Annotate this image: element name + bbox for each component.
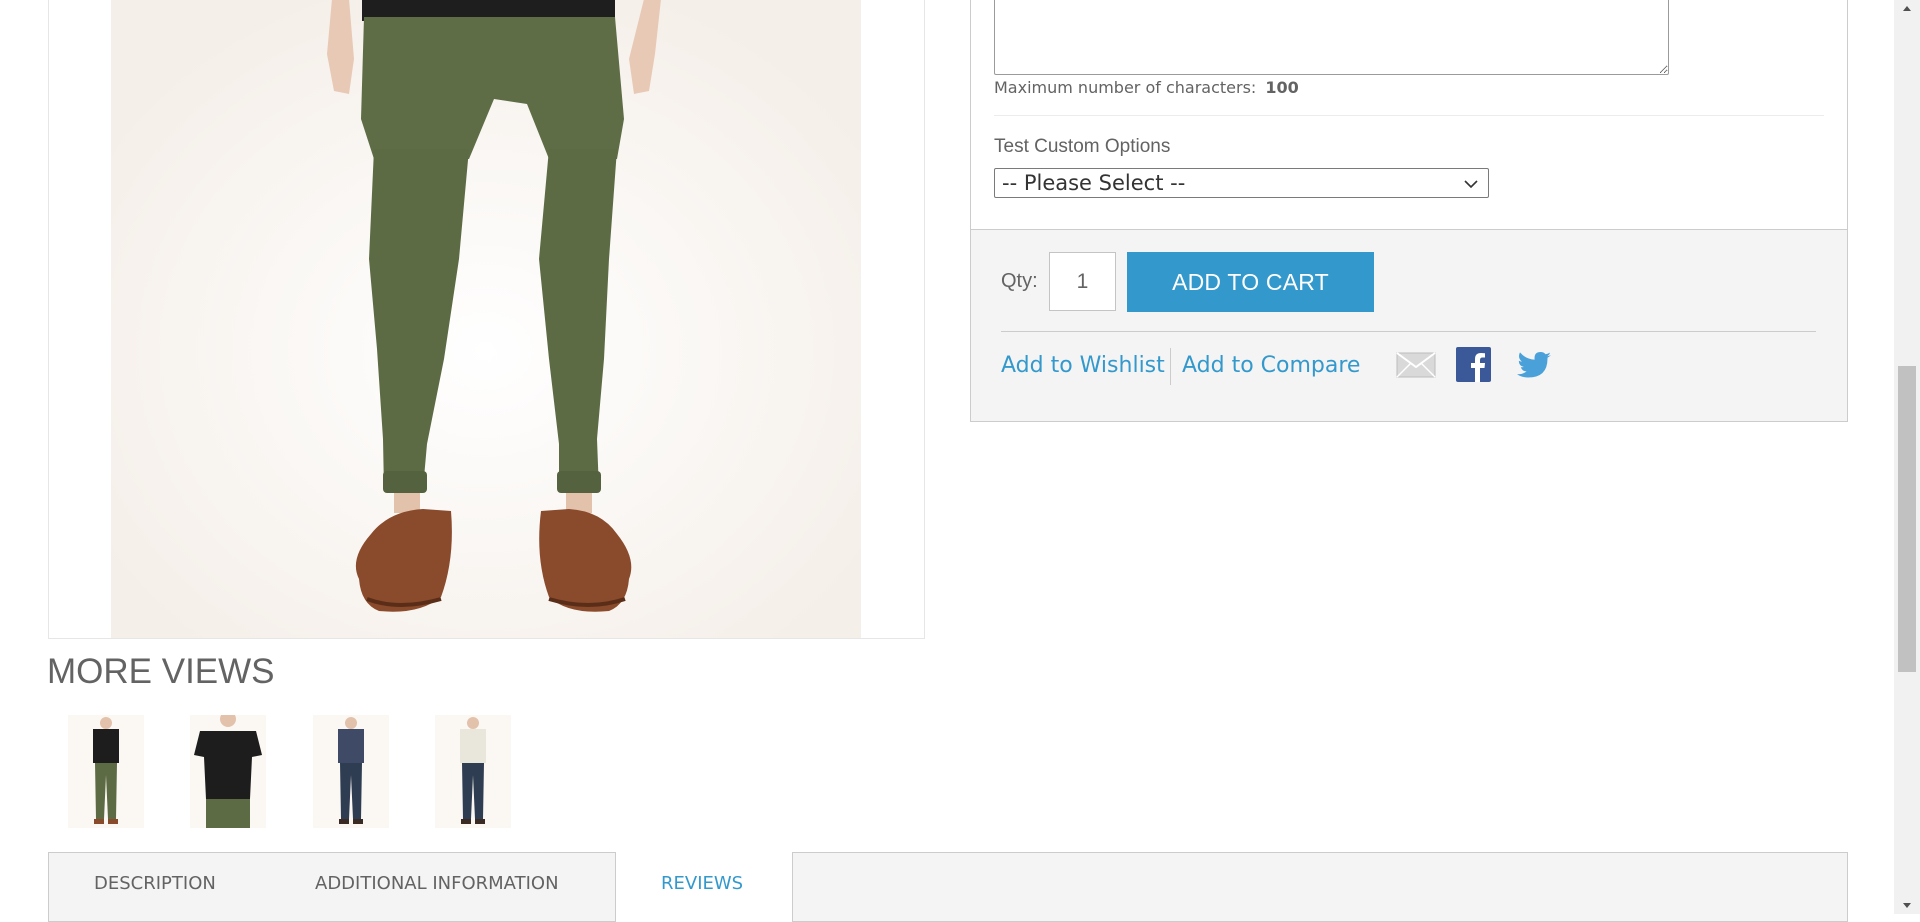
scroll-up-arrow-icon[interactable] — [1894, 0, 1920, 17]
add-to-compare-link[interactable]: Add to Compare — [1182, 353, 1360, 378]
options-divider — [994, 115, 1824, 116]
qty-label: Qty: — [1001, 270, 1038, 292]
facebook-icon[interactable] — [1456, 347, 1491, 382]
add-to-cart-button[interactable]: Add to Cart — [1127, 252, 1374, 312]
page-scrollbar[interactable] — [1894, 0, 1920, 914]
custom-option-label: Test Custom Options — [994, 136, 1171, 157]
chevron-down-icon — [1464, 180, 1478, 189]
main-product-image[interactable] — [48, 0, 925, 639]
tab-description[interactable]: Description — [94, 873, 216, 894]
options-panel-border — [1847, 0, 1848, 230]
cart-divider — [1001, 331, 1816, 332]
options-panel-border — [970, 0, 971, 230]
scrollbar-thumb[interactable] — [1898, 366, 1916, 672]
twitter-icon[interactable] — [1516, 351, 1552, 381]
add-to-wishlist-link[interactable]: Add to Wishlist — [1001, 353, 1165, 378]
email-icon[interactable] — [1396, 352, 1436, 378]
qty-input[interactable] — [1049, 252, 1116, 311]
thumbnail-4[interactable] — [435, 715, 511, 828]
max-characters-note: Maximum number of characters: 100 — [994, 78, 1299, 97]
tab-reviews-label: Reviews — [661, 873, 744, 894]
scroll-down-arrow-icon[interactable] — [1894, 897, 1920, 914]
link-separator — [1170, 348, 1171, 385]
tab-reviews[interactable]: Reviews — [615, 852, 793, 922]
thumbnail-2[interactable] — [190, 715, 266, 828]
thumbnail-1[interactable] — [68, 715, 144, 828]
custom-text-area[interactable] — [994, 0, 1669, 75]
tab-additional-information[interactable]: Additional Information — [315, 873, 559, 894]
max-characters-label: Maximum number of characters: — [994, 78, 1257, 97]
custom-text-input[interactable] — [994, 0, 1669, 75]
custom-option-selected: -- Please Select -- — [1002, 171, 1186, 195]
more-views-title: More Views — [47, 652, 275, 691]
max-characters-value: 100 — [1265, 78, 1299, 97]
thumbnail-3[interactable] — [313, 715, 389, 828]
custom-option-select[interactable]: -- Please Select -- — [994, 168, 1489, 198]
